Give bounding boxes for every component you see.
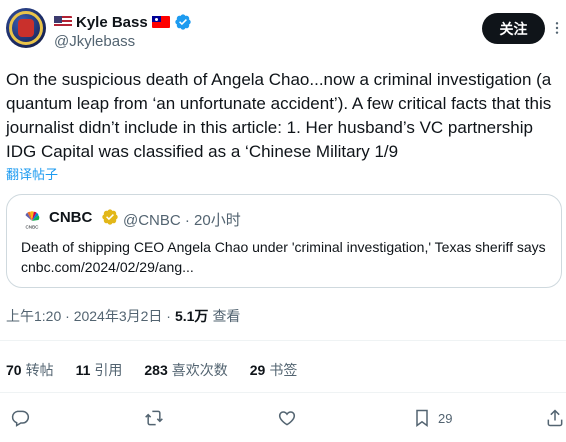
stat-label: 喜欢次数 — [171, 362, 228, 378]
translate-link[interactable]: 翻译帖子 — [6, 164, 58, 183]
bookmark-icon — [416, 409, 428, 427]
follow-button[interactable]: 关注 — [482, 13, 545, 44]
reply-button[interactable] — [10, 408, 30, 428]
like-icon — [278, 411, 296, 426]
divider — [0, 392, 566, 393]
name-row[interactable]: Kyle Bass — [54, 12, 192, 32]
stat-bookmarks[interactable]: 29 书签 — [250, 360, 298, 380]
tweet-text: On the suspicious death of Angela Chao..… — [6, 70, 552, 161]
views-label: 查看 — [212, 308, 241, 324]
gold-verified-icon — [102, 209, 118, 225]
engagement-stats: 70 转帖 11 引用 283 喜欢次数 29 书签 — [6, 360, 297, 380]
like-button[interactable] — [277, 408, 297, 428]
views-count: 5.1万 — [174, 308, 209, 324]
stat-quotes[interactable]: 11 引用 — [76, 360, 123, 380]
timestamp-time[interactable]: 上午1:20 · 2024年3月2日 · — [6, 306, 171, 326]
verified-badge-icon[interactable] — [174, 13, 192, 31]
more-icon[interactable] — [549, 20, 565, 36]
stat-retweets[interactable]: 70 转帖 — [6, 360, 54, 380]
divider — [0, 340, 566, 341]
avatar[interactable] — [6, 8, 46, 48]
stat-num: 70 — [6, 362, 22, 378]
tweet-header: Kyle Bass @Jkylebass 关注 — [0, 0, 566, 64]
stat-num: 11 — [75, 362, 91, 378]
cnbc-logo-text: CNBC — [26, 224, 40, 229]
us-flag-icon — [54, 16, 72, 28]
stat-num: 283 — [144, 362, 168, 378]
quoted-tweet[interactable]: CNBC CNBC @CNBC · 20小时 Death of shipping… — [6, 194, 562, 288]
retweet-button[interactable] — [144, 408, 164, 428]
bookmark-count: 29 — [438, 410, 453, 426]
stat-label: 转帖 — [25, 362, 54, 378]
tweet-timestamp[interactable]: 上午1:20 · 2024年3月2日 · 5.1万 查看 — [6, 306, 240, 326]
reply-icon — [11, 410, 30, 427]
retweet-icon — [145, 410, 163, 426]
quote-author-name[interactable]: CNBC — [49, 209, 92, 226]
bookmark-button[interactable]: 29 — [412, 408, 452, 428]
action-bar: 29 — [0, 404, 566, 434]
handle[interactable]: @Jkylebass — [54, 33, 135, 50]
taiwan-flag-icon — [151, 16, 170, 28]
stat-num: 29 — [249, 362, 266, 378]
cnbc-peacock-logo-icon: CNBC — [26, 211, 40, 229]
share-icon — [547, 409, 563, 427]
avatar-figure — [18, 19, 34, 37]
stat-label: 书签 — [269, 362, 298, 378]
stat-label: 引用 — [94, 362, 123, 378]
display-name[interactable]: Kyle Bass — [76, 14, 148, 31]
share-button[interactable] — [545, 408, 565, 428]
quote-text: Death of shipping CEO Angela Chao under … — [21, 239, 546, 275]
stat-likes[interactable]: 283 喜欢次数 — [144, 360, 227, 380]
quote-meta[interactable]: @CNBC · 20小时 — [123, 209, 241, 230]
